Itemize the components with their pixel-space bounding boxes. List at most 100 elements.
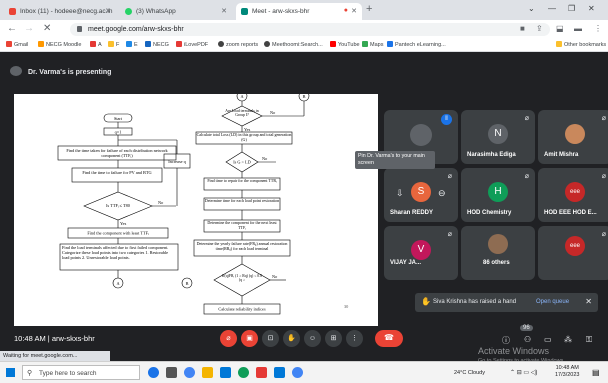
gld-decision-text: Is G > LD: [233, 160, 251, 165]
close-tab-icon[interactable]: ✕: [221, 7, 227, 15]
app-icon[interactable]: [238, 367, 249, 378]
notification-icon[interactable]: ▤: [592, 368, 600, 377]
clock-time: 10:48 AM: [555, 365, 579, 371]
end-call-button[interactable]: ☎: [375, 330, 403, 347]
stop-reload-button[interactable]: ✕: [43, 23, 51, 34]
people-count-badge: 96: [520, 325, 533, 331]
bookmark-pantech[interactable]: Pantech eLearning...: [387, 41, 446, 48]
raise-hand-button[interactable]: ✋: [283, 330, 300, 347]
participant-avatar: S: [411, 182, 431, 202]
file-explorer-icon[interactable]: [202, 367, 213, 378]
bookmark-gmail[interactable]: Gmail: [6, 41, 28, 48]
participant-avatar: eee: [565, 236, 585, 256]
mic-toggle-button[interactable]: ⌀: [220, 330, 237, 347]
bookmark-youtube[interactable]: YouTube: [330, 41, 360, 48]
participant-tile-eee[interactable]: eee ⌀: [538, 226, 608, 280]
task-view-icon[interactable]: [166, 367, 177, 378]
connector-b-top-text: B: [303, 94, 306, 99]
chat-icon[interactable]: ▭: [544, 335, 552, 344]
profile-icon[interactable]: ▬: [574, 24, 582, 33]
meeting-time: 10:48 AM: [14, 334, 46, 343]
presenter-avatar-icon: [10, 66, 22, 76]
maps-icon: [362, 41, 368, 47]
tab-meet[interactable]: Meet - arw-skxs-bhr ● ✕: [236, 3, 362, 20]
emoji-button[interactable]: ☺: [304, 330, 321, 347]
participant-tile-sharan[interactable]: S ⇩ ⊖ ⌀ Sharan REDDY: [384, 168, 458, 222]
store-icon[interactable]: [220, 367, 231, 378]
bookmark-f[interactable]: F: [108, 41, 119, 48]
meet-icon: [241, 8, 248, 15]
minimize-button[interactable]: —: [548, 4, 556, 13]
presenting-label: Dr. Varma's is presenting: [28, 69, 112, 76]
close-tab-icon[interactable]: ✕: [105, 7, 111, 15]
bookmark-a[interactable]: A: [90, 41, 102, 48]
tab-gmail[interactable]: Inbox (11) - hodeee@necg.ac.in ✕: [4, 3, 116, 20]
bookmark-e[interactable]: E: [126, 41, 138, 48]
info-icon[interactable]: ⓘ: [502, 335, 510, 346]
time-taken-text: Find the time taken for failure of each …: [66, 148, 168, 158]
windows-start-icon[interactable]: [6, 368, 15, 377]
host-controls-icon[interactable]: ⚿: [586, 335, 592, 345]
yearly-failure-text: Determine the yearly failure rate(FRᵢⱼ) …: [196, 241, 288, 251]
participant-name: Sharan REDDY: [390, 210, 434, 216]
search-icon: ⚲: [27, 370, 33, 377]
close-toast-icon[interactable]: ✕: [585, 297, 592, 306]
bookmark-maps[interactable]: Maps: [362, 41, 383, 48]
omnibox[interactable]: meet.google.com/arw-skxs-bhr: [70, 23, 550, 36]
people-icon[interactable]: ⚇: [524, 335, 531, 344]
participant-tile-amit[interactable]: ⌀ Amit Mishra: [538, 110, 608, 164]
bookmark-moodle[interactable]: NECG Moodle: [38, 41, 81, 48]
more-options-button[interactable]: ⋮: [346, 330, 363, 347]
participant-tile-narasimha[interactable]: N ⌀ Narasimha Ediga: [461, 110, 535, 164]
menu-icon[interactable]: ⋮: [594, 24, 602, 33]
participant-tile-hod-chemistry[interactable]: H ⌀ HOD Chemistry: [461, 168, 535, 222]
tab-whatsapp[interactable]: (3) WhatsApp ✕: [120, 3, 232, 20]
remove-icon[interactable]: ⊖: [438, 188, 446, 199]
cortana-icon[interactable]: [148, 367, 159, 378]
participant-tile-others[interactable]: 86 others: [461, 226, 535, 280]
bookmark-other[interactable]: Other bookmarks: [556, 41, 606, 48]
connector-a-top-text: A: [240, 94, 244, 99]
participant-name: Narasimha Ediga: [467, 152, 516, 158]
present-button[interactable]: ⊞: [325, 330, 342, 347]
participant-photo: [565, 124, 585, 144]
maximize-button[interactable]: ❐: [568, 4, 575, 13]
open-queue-link[interactable]: Open queue: [536, 299, 569, 305]
forward-button[interactable]: →: [24, 23, 34, 34]
taskbar-clock[interactable]: 10:48 AM 17/3/2023: [555, 365, 579, 379]
participant-avatar: H: [488, 182, 508, 202]
activities-icon[interactable]: ⁂: [564, 335, 572, 344]
back-button[interactable]: ←: [7, 23, 17, 34]
pdf-icon[interactable]: [256, 367, 267, 378]
system-tray-icons[interactable]: ⌃ ⊟ ▭ ◁): [510, 369, 537, 376]
taskbar-search-input[interactable]: ⚲ Type here to search: [22, 365, 140, 380]
extensions-icon[interactable]: ⬓: [556, 24, 564, 33]
mail-icon[interactable]: [274, 367, 285, 378]
new-tab-button[interactable]: +: [366, 3, 372, 15]
close-window-button[interactable]: ✕: [588, 4, 595, 13]
participant-tile-vijay[interactable]: V ⌀ VIJAY JA...: [384, 226, 458, 280]
tab-search-icon[interactable]: ⌄: [528, 4, 535, 13]
share-icon[interactable]: ⇪: [536, 24, 543, 33]
participant-avatar: eee: [565, 182, 585, 202]
chrome-icon[interactable]: [292, 367, 303, 378]
chrome-icon[interactable]: [184, 367, 195, 378]
gmail-icon: [6, 41, 12, 47]
camera-toggle-button[interactable]: ▣: [241, 330, 258, 347]
bookmark-ilovepdf[interactable]: iLovePDF: [176, 41, 208, 48]
participant-tile-hod-eee[interactable]: eee ⌀ HOD EEE HOD E...: [538, 168, 608, 222]
pin-icon[interactable]: ⇩: [396, 188, 404, 199]
bookmark-meethoomi[interactable]: Meethoomi:Search...: [264, 41, 323, 48]
next-component-text: Determine the component for the next lea…: [207, 220, 277, 230]
captions-button[interactable]: ⊡: [262, 330, 279, 347]
mic-off-icon: ⌀: [524, 115, 529, 122]
camera-in-use-icon[interactable]: ■: [520, 24, 525, 33]
start-text: Start: [114, 116, 123, 121]
bookmark-zoom[interactable]: zoom reports: [218, 41, 258, 48]
bookmark-label: Meethoomi:Search...: [272, 42, 323, 48]
connector-b-text: B: [186, 281, 189, 286]
reliability-text: Calculate reliability indices: [218, 307, 266, 312]
bookmark-necg[interactable]: NECG: [145, 41, 169, 48]
weather-widget[interactable]: 24°C Cloudy: [454, 370, 485, 376]
close-tab-icon[interactable]: ✕: [351, 7, 357, 15]
